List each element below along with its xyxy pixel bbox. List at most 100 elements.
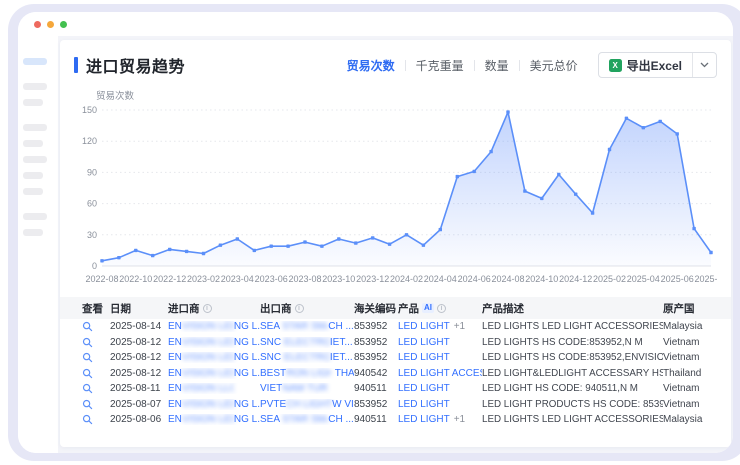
svg-text:2024-12: 2024-12 bbox=[559, 274, 592, 284]
page-title: 进口贸易趋势 bbox=[86, 53, 185, 77]
sidebar-item[interactable] bbox=[23, 140, 43, 147]
table-row[interactable]: 2025-08-11ENVISION LLCVIETNAM TURBOWISE9… bbox=[60, 381, 731, 397]
sidebar-item[interactable] bbox=[23, 172, 43, 179]
importer-cell[interactable]: ENVISION LED LING L... bbox=[168, 352, 260, 363]
metric-tabs: 贸易次数千克重量数量美元总价 bbox=[337, 57, 588, 74]
svg-text:120: 120 bbox=[82, 136, 97, 146]
svg-text:2024-04: 2024-04 bbox=[424, 274, 457, 284]
sidebar-item[interactable] bbox=[23, 83, 47, 90]
importer-cell[interactable]: ENVISION LED LING L... bbox=[168, 414, 260, 425]
origin-country-cell: Malaysia bbox=[663, 321, 725, 332]
export-dropdown-button[interactable] bbox=[692, 53, 716, 77]
exporter-cell[interactable]: VIETNAM TURBOWISE bbox=[260, 383, 354, 394]
close-window-button[interactable] bbox=[34, 21, 41, 28]
magnifier-icon[interactable] bbox=[82, 352, 93, 363]
hs-code-cell: 853952 bbox=[354, 337, 398, 348]
product-cell[interactable]: LED LIGHT bbox=[398, 352, 482, 363]
product-cell[interactable]: LED LIGHT+1 bbox=[398, 414, 482, 425]
view-detail-button[interactable] bbox=[82, 383, 110, 394]
col-header-hscode: 海关编码 bbox=[354, 301, 398, 316]
export-excel-button[interactable]: X 导出Excel bbox=[599, 53, 692, 77]
metric-tab-1[interactable]: 贸易次数 bbox=[337, 57, 405, 74]
ai-badge: AI bbox=[422, 303, 434, 313]
magnifier-icon[interactable] bbox=[82, 368, 93, 379]
table-row[interactable]: 2025-08-12ENVISION LED LING L...SNC ELEC… bbox=[60, 335, 731, 351]
info-icon[interactable] bbox=[437, 304, 446, 313]
sidebar-item[interactable] bbox=[23, 156, 47, 163]
exporter-cell[interactable]: SNC ELECTRONICS VIET... bbox=[260, 337, 354, 348]
svg-text:2023-02: 2023-02 bbox=[187, 274, 220, 284]
date-cell: 2025-08-14 bbox=[110, 321, 168, 332]
export-button-group: X 导出Excel bbox=[598, 52, 717, 78]
sidebar-item[interactable] bbox=[23, 213, 47, 220]
importer-cell[interactable]: ENVISION LLC bbox=[168, 383, 260, 394]
view-detail-button[interactable] bbox=[82, 321, 110, 332]
redacted-text: VISION LED LI bbox=[182, 352, 234, 363]
col-header-origin: 原产国 bbox=[663, 301, 725, 316]
svg-text:2025-08: 2025-08 bbox=[694, 274, 717, 284]
product-cell[interactable]: LED LIGHT bbox=[398, 337, 482, 348]
metric-tab-4[interactable]: 美元总价 bbox=[520, 57, 588, 74]
sidebar-item[interactable] bbox=[23, 188, 43, 195]
view-detail-button[interactable] bbox=[82, 337, 110, 348]
svg-text:2023-08: 2023-08 bbox=[288, 274, 321, 284]
product-cell[interactable]: LED LIGHT+1 bbox=[398, 321, 482, 332]
export-button-label: 导出Excel bbox=[627, 57, 682, 74]
table-header-row: 查看 日期 进口商 出口商 海关编码 bbox=[60, 297, 731, 319]
origin-country-cell: Vietnam bbox=[663, 383, 725, 394]
magnifier-icon[interactable] bbox=[82, 414, 93, 425]
exporter-cell[interactable]: PVTECH LIGHTING SW VI... bbox=[260, 399, 354, 410]
redacted-text: CH LIGHTING S bbox=[286, 399, 332, 410]
col-header-date: 日期 bbox=[110, 301, 168, 316]
svg-text:2022-12: 2022-12 bbox=[153, 274, 186, 284]
sidebar-item[interactable] bbox=[23, 99, 43, 106]
table-row[interactable]: 2025-08-12ENVISION LED LING L...BESTRON … bbox=[60, 366, 731, 382]
info-icon[interactable] bbox=[203, 304, 212, 313]
exporter-cell[interactable]: SNC ELECTRONICS VIET... bbox=[260, 352, 354, 363]
importer-cell[interactable]: ENVISION LED LING L... bbox=[168, 321, 260, 332]
product-cell[interactable]: LED LIGHT ACCESSORY bbox=[398, 368, 482, 379]
table-row[interactable]: 2025-08-12ENVISION LED LING L...SNC ELEC… bbox=[60, 350, 731, 366]
svg-text:2022-08: 2022-08 bbox=[85, 274, 118, 284]
exporter-cell[interactable]: BESTRON LIGHTING THA... bbox=[260, 368, 354, 379]
table-row[interactable]: 2025-08-06ENVISION LED LING L...SEA STAR… bbox=[60, 412, 731, 428]
table-row[interactable]: 2025-08-14ENVISION LED LING L...SEA STAR… bbox=[60, 319, 731, 335]
table-row[interactable]: 2025-08-07ENVISION LED LING L...PVTECH L… bbox=[60, 397, 731, 413]
svg-text:2023-06: 2023-06 bbox=[255, 274, 288, 284]
metric-tab-3[interactable]: 数量 bbox=[475, 57, 519, 74]
view-detail-button[interactable] bbox=[82, 368, 110, 379]
info-icon[interactable] bbox=[295, 304, 304, 313]
view-detail-button[interactable] bbox=[82, 399, 110, 410]
origin-country-cell: Thailand bbox=[663, 368, 725, 379]
product-cell[interactable]: LED LIGHT bbox=[398, 383, 482, 394]
magnifier-icon[interactable] bbox=[82, 337, 93, 348]
importer-cell[interactable]: ENVISION LED LING L... bbox=[168, 368, 260, 379]
redacted-text: NAM TURBOWISE bbox=[282, 383, 328, 394]
exporter-cell[interactable]: SEA STAR SMART TECH ... bbox=[260, 321, 354, 332]
svg-text:2023-12: 2023-12 bbox=[356, 274, 389, 284]
svg-text:60: 60 bbox=[87, 199, 97, 209]
svg-text:2025-04: 2025-04 bbox=[627, 274, 660, 284]
redacted-text: ELECTRONICS V bbox=[284, 337, 330, 348]
minimize-window-button[interactable] bbox=[47, 21, 54, 28]
importer-cell[interactable]: ENVISION LED LING L... bbox=[168, 399, 260, 410]
excel-icon: X bbox=[609, 59, 622, 72]
redacted-text: VISION LLC bbox=[182, 383, 234, 394]
sidebar-item-active[interactable] bbox=[23, 58, 47, 65]
magnifier-icon[interactable] bbox=[82, 399, 93, 410]
magnifier-icon[interactable] bbox=[82, 321, 93, 332]
redacted-text: VISION LED LI bbox=[182, 368, 234, 379]
product-cell[interactable]: LED LIGHT bbox=[398, 399, 482, 410]
exporter-cell[interactable]: SEA STAR SMART TECH ... bbox=[260, 414, 354, 425]
date-cell: 2025-08-06 bbox=[110, 414, 168, 425]
zoom-window-button[interactable] bbox=[60, 21, 67, 28]
magnifier-icon[interactable] bbox=[82, 383, 93, 394]
metric-tab-2[interactable]: 千克重量 bbox=[406, 57, 474, 74]
sidebar-item[interactable] bbox=[23, 124, 47, 131]
sidebar-item[interactable] bbox=[23, 229, 43, 236]
date-cell: 2025-08-11 bbox=[110, 383, 168, 394]
date-cell: 2025-08-12 bbox=[110, 352, 168, 363]
view-detail-button[interactable] bbox=[82, 414, 110, 425]
view-detail-button[interactable] bbox=[82, 352, 110, 363]
importer-cell[interactable]: ENVISION LED LING L... bbox=[168, 337, 260, 348]
